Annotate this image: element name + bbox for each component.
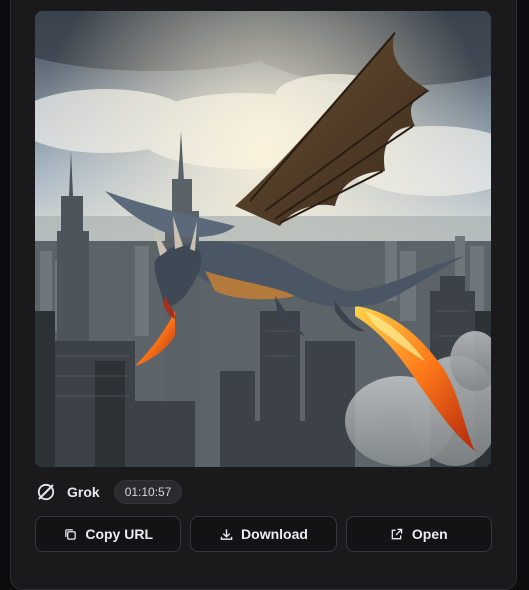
copy-icon xyxy=(63,527,77,541)
image-actions: Copy URL Download Open xyxy=(35,516,492,552)
download-icon xyxy=(219,527,233,541)
open-label: Open xyxy=(411,526,448,542)
duration-badge: 01:10:57 xyxy=(113,480,183,504)
external-link-icon xyxy=(390,527,404,541)
open-button[interactable]: Open xyxy=(345,516,492,552)
generation-meta: Grok 01:10:57 xyxy=(35,480,183,504)
model-name: Grok xyxy=(67,484,100,500)
download-label: Download xyxy=(241,526,308,542)
copy-url-button[interactable]: Copy URL xyxy=(35,516,182,552)
generated-image[interactable] xyxy=(35,11,491,467)
download-button[interactable]: Download xyxy=(190,516,337,552)
dragon-city-illustration xyxy=(35,11,491,467)
grok-logo-icon xyxy=(35,481,57,503)
copy-url-label: Copy URL xyxy=(85,526,153,542)
